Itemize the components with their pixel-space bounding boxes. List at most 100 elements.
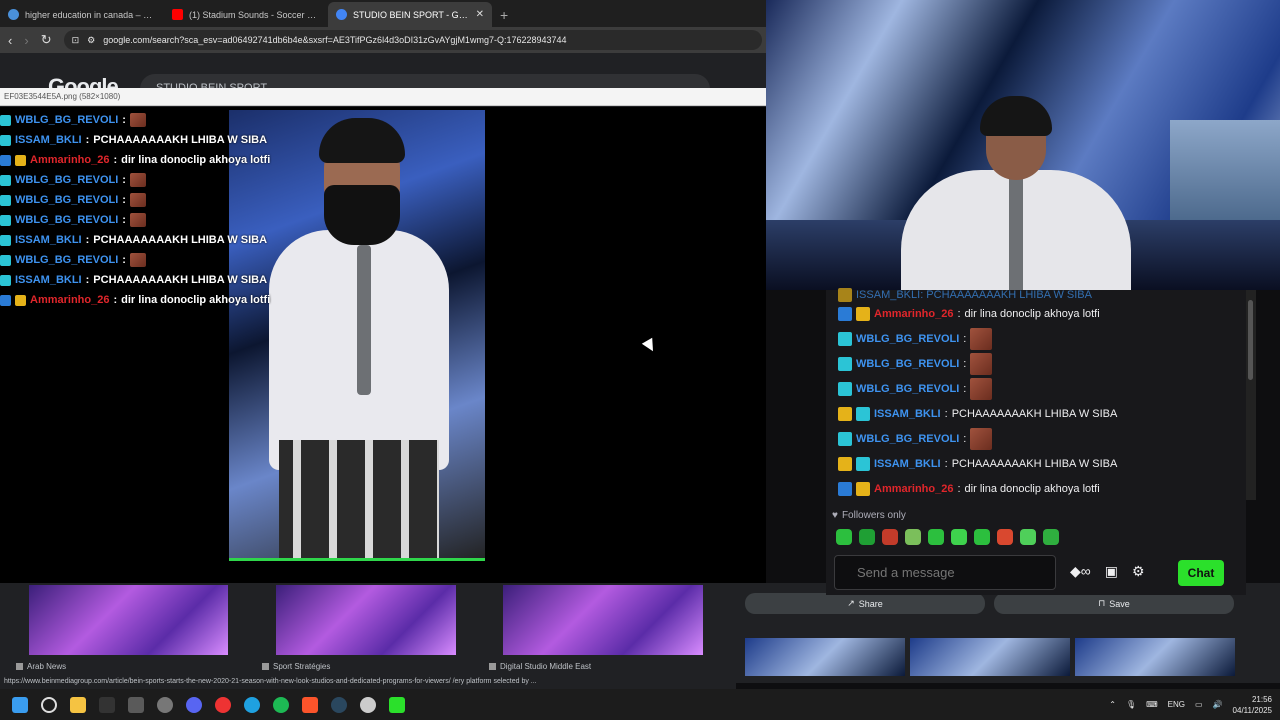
chat-username[interactable]: ISSAM_BKLI bbox=[874, 458, 941, 470]
discord-icon[interactable] bbox=[186, 696, 202, 713]
chrome-icon[interactable] bbox=[215, 696, 231, 713]
related-thumbnail[interactable] bbox=[910, 638, 1070, 676]
save-label: Save bbox=[1109, 598, 1130, 609]
related-thumbnail[interactable] bbox=[1075, 638, 1235, 676]
chat-username[interactable]: ISSAM_BKLI bbox=[15, 134, 82, 146]
emote-icon[interactable] bbox=[882, 529, 898, 545]
chat-username[interactable]: ISSAM_BKLI bbox=[874, 408, 941, 420]
emote-icon[interactable] bbox=[1043, 529, 1059, 545]
tab-stadium-sounds[interactable]: (1) Stadium Sounds - Soccer Stad bbox=[164, 2, 328, 27]
chat-username[interactable]: Ammarinho_26 bbox=[30, 294, 109, 306]
clock-date: 04/11/2025 bbox=[1232, 705, 1272, 715]
chat-scrollbar[interactable] bbox=[1246, 290, 1256, 500]
chat-message: WBLG_BG_REVOLI: bbox=[0, 190, 260, 210]
chat-message: Ammarinho_26: dir lina donoclip akhoya lo… bbox=[0, 290, 270, 310]
chat-username[interactable]: WBLG_BG_REVOLI bbox=[15, 194, 118, 206]
keyboard-icon[interactable]: ⌨ bbox=[1146, 700, 1158, 709]
reload-icon[interactable]: ↻ bbox=[41, 32, 52, 48]
epic-games-icon[interactable] bbox=[99, 696, 115, 713]
chat-username[interactable]: Ammarinho_26 bbox=[874, 483, 953, 495]
chat-message: WBLG_BG_REVOLI: bbox=[0, 170, 260, 190]
chat-username[interactable]: WBLG_BG_REVOLI bbox=[856, 333, 959, 345]
badge-icon bbox=[838, 457, 852, 471]
file-explorer-icon[interactable] bbox=[70, 696, 86, 713]
chevron-up-icon[interactable]: ⌃ bbox=[1109, 700, 1116, 709]
chat-username[interactable]: WBLG_BG_REVOLI bbox=[856, 383, 959, 395]
save-button[interactable]: ⊓ Save bbox=[994, 593, 1234, 614]
microphone-icon[interactable]: 🎙 bbox=[1126, 700, 1136, 709]
store-icon[interactable] bbox=[128, 696, 144, 713]
obs-icon[interactable] bbox=[360, 696, 376, 713]
result-source[interactable]: Sport Stratégies bbox=[262, 662, 330, 671]
gift-icon[interactable]: ▣ bbox=[1105, 563, 1118, 580]
result-thumbnail[interactable] bbox=[503, 585, 703, 655]
chat-username[interactable]: WBLG_BG_REVOLI bbox=[15, 174, 118, 186]
result-thumbnail[interactable] bbox=[276, 585, 456, 655]
language-indicator[interactable]: ENG bbox=[1168, 700, 1185, 709]
send-message-field[interactable] bbox=[857, 565, 1033, 580]
windows-start-icon[interactable] bbox=[12, 696, 28, 713]
settings-icon[interactable] bbox=[157, 696, 173, 713]
chat-username[interactable]: WBLG_BG_REVOLI bbox=[15, 214, 118, 226]
share-button[interactable]: ↗ Share bbox=[745, 593, 985, 614]
settings-gear-icon[interactable]: ⚙ bbox=[1132, 563, 1145, 580]
emote-icon[interactable] bbox=[928, 529, 944, 545]
chat-message: ISSAM_BKLI: PCHAAAAAAAKH LHIBA W SIBA bbox=[0, 130, 267, 150]
chat-username[interactable]: Ammarinho_26 bbox=[30, 154, 109, 166]
chat-separator: : bbox=[944, 408, 948, 420]
edge-icon[interactable] bbox=[244, 696, 260, 713]
chat-panel: ISSAM_BKLI: PCHAAAAAAAKH LHIBA W SIBA Am… bbox=[826, 288, 1246, 595]
badge-icon bbox=[838, 357, 852, 371]
forward-icon[interactable]: › bbox=[24, 33, 28, 48]
steam-icon[interactable] bbox=[331, 696, 347, 713]
chat-message: WBLG_BG_REVOLI: bbox=[0, 250, 260, 270]
clock[interactable]: 21:56 04/11/2025 bbox=[1233, 694, 1272, 716]
chat-username[interactable]: WBLG_BG_REVOLI bbox=[856, 433, 959, 445]
emote-icon[interactable] bbox=[905, 529, 921, 545]
chat-message-text: ISSAM_BKLI: PCHAAAAAAAKH LHIBA W SIBA bbox=[856, 289, 1092, 301]
chat-message: Ammarinho_26: dir lina donoclip akhoya lo… bbox=[0, 150, 270, 170]
bookmark-icon[interactable]: ⊡ bbox=[72, 35, 80, 46]
chat-message: Ammarinho_26: dir lina donoclip akhoya lo… bbox=[838, 478, 1100, 500]
chat-separator: : bbox=[85, 134, 90, 146]
emote-icon[interactable] bbox=[974, 529, 990, 545]
new-tab-button[interactable]: + bbox=[492, 7, 516, 27]
chat-username[interactable]: WBLG_BG_REVOLI bbox=[15, 254, 118, 266]
badge-icon bbox=[0, 154, 11, 166]
related-thumbnail[interactable] bbox=[745, 638, 905, 676]
volume-icon[interactable]: 🔊 bbox=[1213, 700, 1223, 709]
kick-icon[interactable] bbox=[389, 696, 405, 713]
system-tray: ⌃ 🎙 ⌨ ENG ▭ 🔊 21:56 04/11/2025 bbox=[1109, 689, 1272, 720]
chat-username[interactable]: WBLG_BG_REVOLI bbox=[856, 358, 959, 370]
search-icon[interactable] bbox=[41, 696, 57, 713]
brave-icon[interactable] bbox=[302, 696, 318, 713]
emote-icon[interactable] bbox=[997, 529, 1013, 545]
send-chat-button[interactable]: Chat bbox=[1178, 560, 1224, 586]
close-tab-icon[interactable]: ✕ bbox=[476, 9, 484, 20]
tab-higher-education[interactable]: higher education in canada – Just De bbox=[0, 2, 164, 27]
chat-username[interactable]: WBLG_BG_REVOLI bbox=[15, 114, 118, 126]
site-info-icon[interactable]: ⚙ bbox=[87, 35, 95, 46]
emote-icon[interactable] bbox=[951, 529, 967, 545]
chat-username[interactable]: ISSAM_BKLI bbox=[15, 234, 82, 246]
badge-icon bbox=[0, 294, 11, 306]
emote-icon[interactable] bbox=[859, 529, 875, 545]
spotify-icon[interactable] bbox=[273, 696, 289, 713]
back-icon[interactable]: ‹ bbox=[8, 33, 12, 48]
result-thumbnail[interactable] bbox=[29, 585, 228, 655]
bits-icon[interactable]: ◆∞ bbox=[1070, 563, 1091, 580]
tab-studio-bein-sport[interactable]: STUDIO BEIN SPORT - Google Se ✕ bbox=[328, 2, 492, 27]
chat-message: ISSAM_BKLI: PCHAAAAAAAKH LHIBA W SIBA bbox=[838, 403, 1117, 425]
emote-icon[interactable] bbox=[1020, 529, 1036, 545]
address-bar[interactable]: ⊡ ⚙ google.com/search?sca_esv=ad06492741… bbox=[63, 30, 762, 50]
chat-username[interactable]: Ammarinho_26 bbox=[874, 308, 953, 320]
chat-username[interactable]: ISSAM_BKLI bbox=[15, 274, 82, 286]
network-icon[interactable]: ▭ bbox=[1195, 700, 1203, 709]
emote-icon[interactable] bbox=[836, 529, 852, 545]
bookmark-icon: ⊓ bbox=[1098, 598, 1106, 608]
google-icon bbox=[336, 9, 347, 20]
chat-message: WBLG_BG_REVOLI: bbox=[838, 428, 993, 450]
result-source[interactable]: Digital Studio Middle East bbox=[489, 662, 591, 671]
result-source[interactable]: Arab News bbox=[16, 662, 66, 671]
chat-input[interactable] bbox=[834, 555, 1056, 590]
